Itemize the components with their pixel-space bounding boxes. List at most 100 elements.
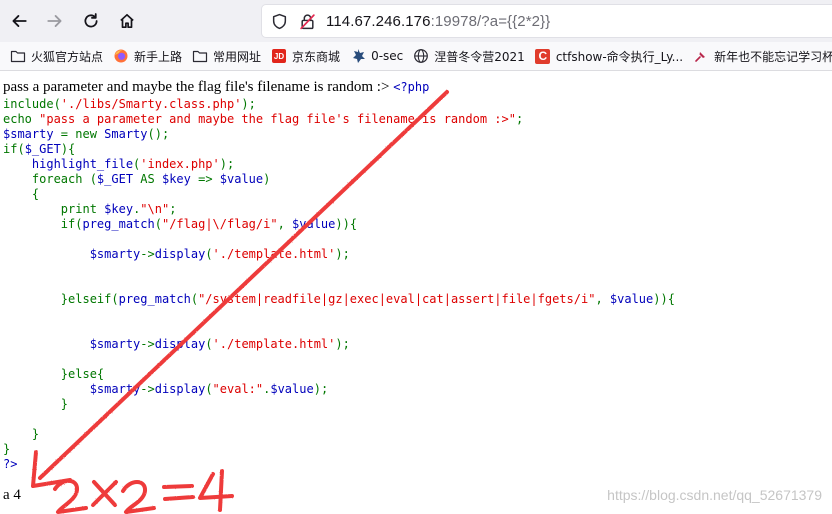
insecure-lock-icon[interactable]	[296, 10, 318, 32]
code-token: 'index.php'	[140, 157, 220, 171]
reload-button[interactable]	[74, 4, 108, 38]
reload-icon	[84, 13, 98, 28]
code-token: $key	[104, 202, 134, 216]
arrow-left-icon	[12, 15, 27, 27]
code-token: $value	[270, 382, 314, 396]
code-token: include(	[3, 97, 61, 111]
bookmark-label: 常用网址	[213, 49, 262, 64]
code-line: include('./libs/Smarty.class.php');	[3, 97, 832, 112]
folder-icon	[10, 48, 26, 64]
code-line: }else{	[3, 367, 832, 382]
bookmark-item[interactable]: 新年也不能忘记学习杯	[689, 44, 832, 68]
code-line: }elseif(preg_match("/system|readfile|gz|…	[3, 292, 832, 307]
bookmarks-bar: 火狐官方站点 新手上路 常用网址 JD 京东商城 0-sec 涅普冬令营2021…	[0, 42, 832, 71]
code-token: }	[3, 442, 11, 456]
code-token: print	[3, 202, 105, 216]
code-line: $smarty->display('./template.html');	[3, 247, 832, 262]
code-token: if(	[3, 142, 25, 156]
code-open-tag: <?php	[393, 80, 430, 94]
code-token: ;	[169, 202, 177, 216]
code-token: $value	[609, 292, 654, 306]
folder-icon	[192, 48, 208, 64]
code-token: "pass a parameter and maybe the flag fil…	[39, 112, 516, 126]
home-icon	[120, 13, 134, 29]
ctfshow-badge: C	[535, 48, 551, 64]
bookmark-item[interactable]: C ctfshow-命令执行_Ly...	[531, 44, 687, 68]
bookmark-item[interactable]: 常用网址	[188, 44, 265, 68]
code-token: highlight_file	[3, 157, 134, 171]
code-token: $smarty	[3, 127, 61, 141]
page-content: pass a parameter and maybe the flag file…	[3, 78, 832, 472]
bookmark-label: ctfshow-命令执行_Ly...	[555, 49, 684, 64]
shield-icon[interactable]	[268, 10, 290, 32]
bookmark-label: 京东商城	[292, 49, 341, 64]
code-token: display	[154, 247, 206, 261]
ctfshow-icon: C	[535, 48, 551, 64]
code-token: (	[205, 247, 213, 261]
code-line: }	[3, 442, 832, 457]
code-line: foreach ($_GET AS $key => $value)	[3, 172, 832, 187]
code-token: )	[263, 172, 271, 186]
back-button[interactable]	[2, 4, 36, 38]
code-token: (	[205, 337, 213, 351]
code-token: $key	[161, 172, 199, 186]
code-token: );	[335, 247, 350, 261]
code-line: {	[3, 187, 832, 202]
annotation-handwriting	[53, 469, 234, 514]
code-token: './libs/Smarty.class.php'	[60, 97, 242, 111]
code-line: }	[3, 397, 832, 412]
code-token: (	[190, 292, 199, 306]
code-token: $smarty	[3, 247, 141, 261]
code-token: ,	[595, 292, 610, 306]
code-token: = new	[60, 127, 105, 141]
code-token: ,	[277, 217, 293, 231]
home-button[interactable]	[110, 4, 144, 38]
code-token: "/system|readfile|gz|exec|eval|cat|asser…	[198, 292, 596, 306]
code-token: display	[154, 337, 206, 351]
forward-button[interactable]	[38, 4, 72, 38]
code-token: )){	[335, 217, 358, 231]
url-text[interactable]: 114.67.246.176:19978/?a={{2*2}}	[326, 13, 550, 30]
code-token: }	[3, 427, 40, 441]
code-token: }elseif(	[3, 292, 119, 306]
code-line: if($_GET){	[3, 142, 832, 157]
code-token: ->	[140, 337, 155, 351]
code-token: ;	[515, 112, 524, 126]
url-path: :19978/?a={{2*2}}	[430, 12, 551, 30]
code-token: display	[154, 382, 206, 396]
bookmark-item[interactable]: 0-sec	[346, 44, 407, 68]
bookmark-item[interactable]: 火狐官方站点	[6, 44, 107, 68]
code-token: foreach (	[3, 172, 97, 186]
bookmark-label: 新手上路	[134, 49, 183, 64]
code-token: }	[3, 397, 69, 411]
intro-output: pass a parameter and maybe the flag file…	[3, 78, 832, 97]
code-line: }	[3, 427, 832, 442]
code-line: echo "pass a parameter and maybe the fla…	[3, 112, 832, 127]
csdn-watermark: https://blog.csdn.net/qq_52671379	[607, 487, 822, 503]
code-token: );	[219, 157, 235, 171]
code-line: $smarty->display("eval:".$value);	[3, 382, 832, 397]
code-token: $value	[292, 217, 336, 231]
code-token: preg_match	[118, 292, 191, 306]
code-token: $smarty	[3, 382, 141, 396]
bookmark-item[interactable]: 涅普冬令营2021	[409, 44, 529, 68]
code-token: );	[241, 97, 256, 111]
code-token: echo	[3, 112, 40, 126]
code-token: preg_match	[82, 217, 155, 231]
url-bar[interactable]: 114.67.246.176:19978/?a={{2*2}}	[262, 5, 832, 37]
bookmark-item[interactable]: 新手上路	[109, 44, 186, 68]
code-token: $value	[219, 172, 264, 186]
code-token: $smarty	[3, 337, 141, 351]
code-token: $_GET	[96, 172, 141, 186]
code-token: Smarty	[104, 127, 148, 141]
globe-icon	[413, 48, 429, 64]
bookmark-item[interactable]: JD 京东商城	[267, 44, 344, 68]
code-token: }else{	[3, 367, 105, 381]
